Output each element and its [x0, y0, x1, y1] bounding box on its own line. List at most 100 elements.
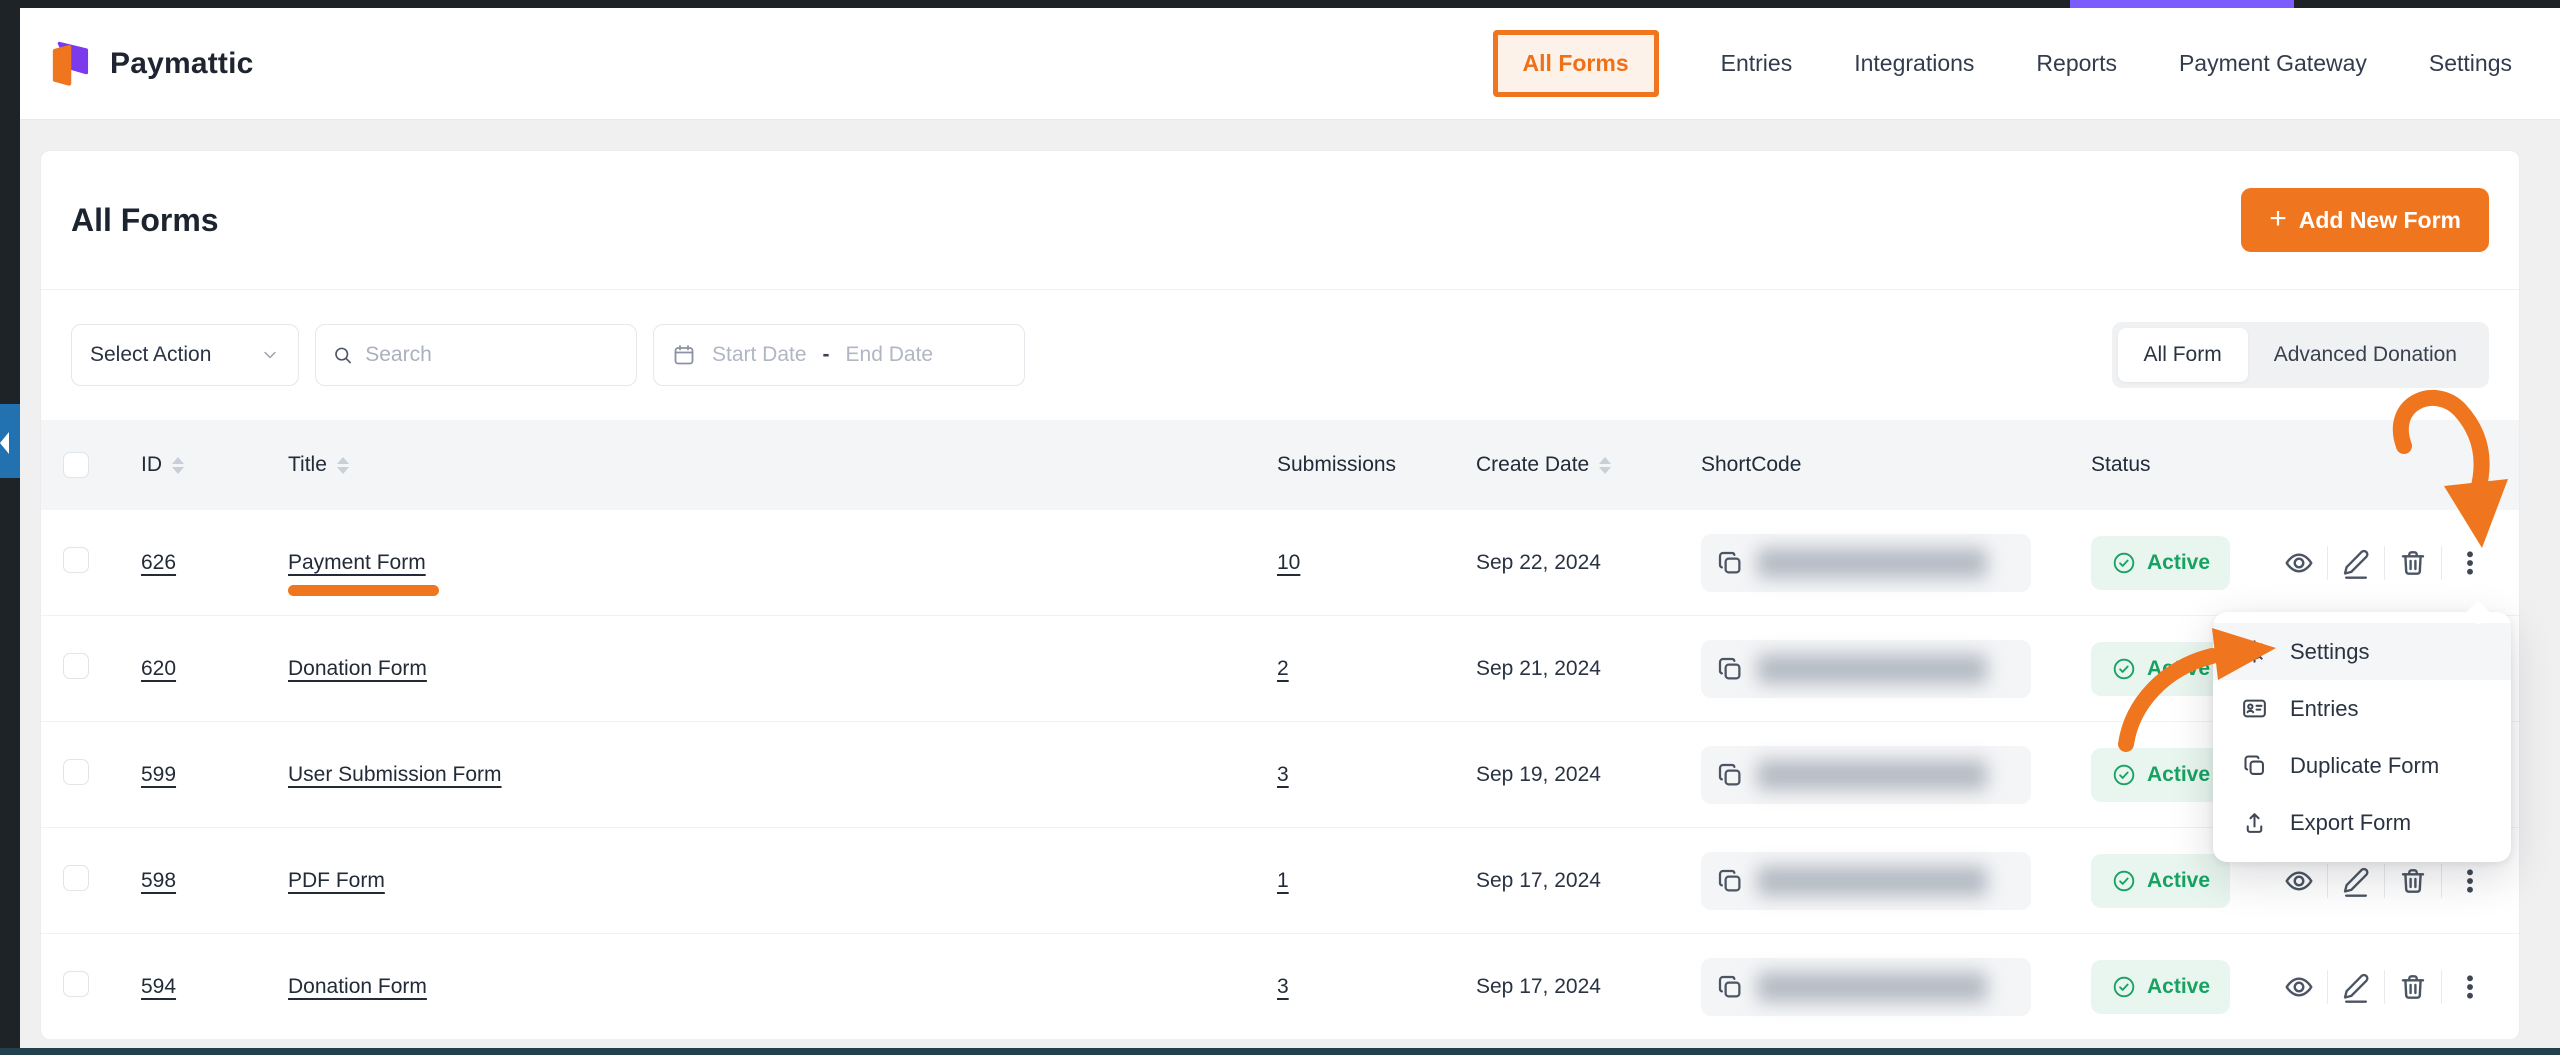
preview-button[interactable]: [2271, 535, 2327, 591]
form-title-link[interactable]: User Submission Form: [288, 763, 502, 786]
contact-card-icon: [2241, 695, 2268, 722]
start-date-placeholder: Start Date: [712, 343, 807, 367]
export-icon: [2241, 809, 2268, 836]
table-row: 599 User Submission Form 3 Sep 19, 2024 …: [41, 722, 2519, 828]
row-checkbox[interactable]: [63, 865, 89, 891]
form-title-link[interactable]: PDF Form: [288, 869, 385, 892]
check-circle-icon: [2111, 974, 2137, 1000]
add-new-form-button[interactable]: + Add New Form: [2241, 188, 2489, 252]
gear-icon: [2241, 638, 2268, 665]
preview-button[interactable]: [2271, 959, 2327, 1015]
pencil-icon: [2340, 970, 2372, 1004]
nav-payment-gateway[interactable]: Payment Gateway: [2179, 50, 2367, 77]
paymattic-logo-icon: [42, 38, 94, 90]
search-input[interactable]: [365, 343, 620, 367]
menu-item-duplicate-form[interactable]: Duplicate Form: [2213, 737, 2511, 794]
form-id-link[interactable]: 599: [141, 763, 176, 786]
shortcode-blurred-text: [1757, 972, 1987, 1002]
main-nav: All Forms Entries Integrations Reports P…: [1493, 30, 2512, 97]
row-actions: [2271, 959, 2519, 1015]
select-all-checkbox[interactable]: [63, 452, 89, 478]
shortcode-copy-pill[interactable]: [1701, 640, 2031, 698]
submissions-link[interactable]: 1: [1277, 869, 1289, 892]
wp-admin-bar: [0, 0, 2560, 8]
chevron-down-icon: [260, 345, 280, 365]
table-row: 594 Donation Form 3 Sep 17, 2024 Active: [41, 934, 2519, 1040]
delete-button[interactable]: [2385, 535, 2441, 591]
create-date: Sep 22, 2024: [1476, 551, 1701, 575]
shortcode-copy-pill[interactable]: [1701, 534, 2031, 592]
toggle-all-form[interactable]: All Form: [2118, 328, 2248, 382]
shortcode-copy-pill[interactable]: [1701, 746, 2031, 804]
copy-icon: [1715, 866, 1745, 896]
menu-item-settings[interactable]: Settings: [2213, 623, 2511, 680]
eye-icon: [2283, 865, 2315, 897]
kebab-menu-icon: [2454, 865, 2486, 897]
date-range-picker[interactable]: Start Date - End Date: [653, 324, 1025, 386]
check-circle-icon: [2111, 656, 2137, 682]
form-id-link[interactable]: 598: [141, 869, 176, 892]
table-header: ID Title Submissions Create Date ShortCo…: [41, 420, 2519, 510]
more-actions-button[interactable]: [2442, 535, 2498, 591]
status-badge: Active: [2091, 960, 2230, 1014]
row-checkbox[interactable]: [63, 759, 89, 785]
create-date: Sep 19, 2024: [1476, 763, 1701, 787]
row-checkbox[interactable]: [63, 971, 89, 997]
menu-item-export-form[interactable]: Export Form: [2213, 794, 2511, 851]
shortcode-copy-pill[interactable]: [1701, 852, 2031, 910]
form-title-link[interactable]: Donation Form: [288, 657, 427, 680]
kebab-menu-icon: [2454, 547, 2486, 579]
form-id-link[interactable]: 626: [141, 551, 176, 574]
search-icon: [332, 343, 353, 367]
more-actions-button[interactable]: [2442, 959, 2498, 1015]
menu-item-entries[interactable]: Entries: [2213, 680, 2511, 737]
nav-entries[interactable]: Entries: [1721, 50, 1793, 77]
edit-button[interactable]: [2328, 535, 2384, 591]
submissions-link[interactable]: 10: [1277, 551, 1300, 574]
nav-settings[interactable]: Settings: [2429, 50, 2512, 77]
row-context-menu: Settings Entries Duplicate Form Export F…: [2213, 612, 2511, 862]
title-underline-annotation: [288, 585, 439, 596]
sort-icon[interactable]: [172, 457, 184, 474]
check-circle-icon: [2111, 550, 2137, 576]
pencil-icon: [2340, 864, 2372, 898]
edit-button[interactable]: [2328, 959, 2384, 1015]
sort-icon[interactable]: [337, 457, 349, 474]
delete-button[interactable]: [2385, 959, 2441, 1015]
nav-reports[interactable]: Reports: [2036, 50, 2117, 77]
form-id-link[interactable]: 620: [141, 657, 176, 680]
form-id-link[interactable]: 594: [141, 975, 176, 998]
row-checkbox[interactable]: [63, 547, 89, 573]
app-header: Paymattic All Forms Entries Integrations…: [20, 8, 2560, 120]
toggle-advanced-donation[interactable]: Advanced Donation: [2248, 328, 2483, 382]
table-row: 620 Donation Form 2 Sep 21, 2024 Active: [41, 616, 2519, 722]
eye-icon: [2283, 971, 2315, 1003]
nav-all-forms[interactable]: All Forms: [1493, 30, 1659, 97]
plus-icon: +: [2269, 204, 2287, 234]
check-circle-icon: [2111, 868, 2137, 894]
sidebar-active-notch: [0, 432, 9, 454]
trash-icon: [2397, 971, 2429, 1003]
form-title-link[interactable]: Donation Form: [288, 975, 427, 998]
nav-integrations[interactable]: Integrations: [1854, 50, 1974, 77]
form-type-toggle: All Form Advanced Donation: [2112, 322, 2489, 388]
select-action-dropdown[interactable]: Select Action: [71, 324, 299, 386]
status-badge: Active: [2091, 748, 2230, 802]
row-checkbox[interactable]: [63, 653, 89, 679]
shortcode-copy-pill[interactable]: [1701, 958, 2031, 1016]
submissions-link[interactable]: 2: [1277, 657, 1289, 680]
shortcode-blurred-text: [1757, 760, 1987, 790]
brand-name: Paymattic: [110, 47, 254, 81]
form-title-link[interactable]: Payment Form: [288, 551, 426, 574]
admin-bar-accent-segment: [2070, 0, 2294, 8]
trash-icon: [2397, 865, 2429, 897]
sort-icon[interactable]: [1599, 457, 1611, 474]
wp-collapsed-sidebar[interactable]: [0, 8, 20, 1055]
copy-icon: [1715, 760, 1745, 790]
create-date: Sep 17, 2024: [1476, 975, 1701, 999]
copy-icon: [1715, 654, 1745, 684]
table-body: 626 Payment Form 10 Sep 22, 2024 Active: [41, 510, 2519, 1040]
page-title: All Forms: [71, 202, 219, 239]
submissions-link[interactable]: 3: [1277, 763, 1289, 786]
submissions-link[interactable]: 3: [1277, 975, 1289, 998]
